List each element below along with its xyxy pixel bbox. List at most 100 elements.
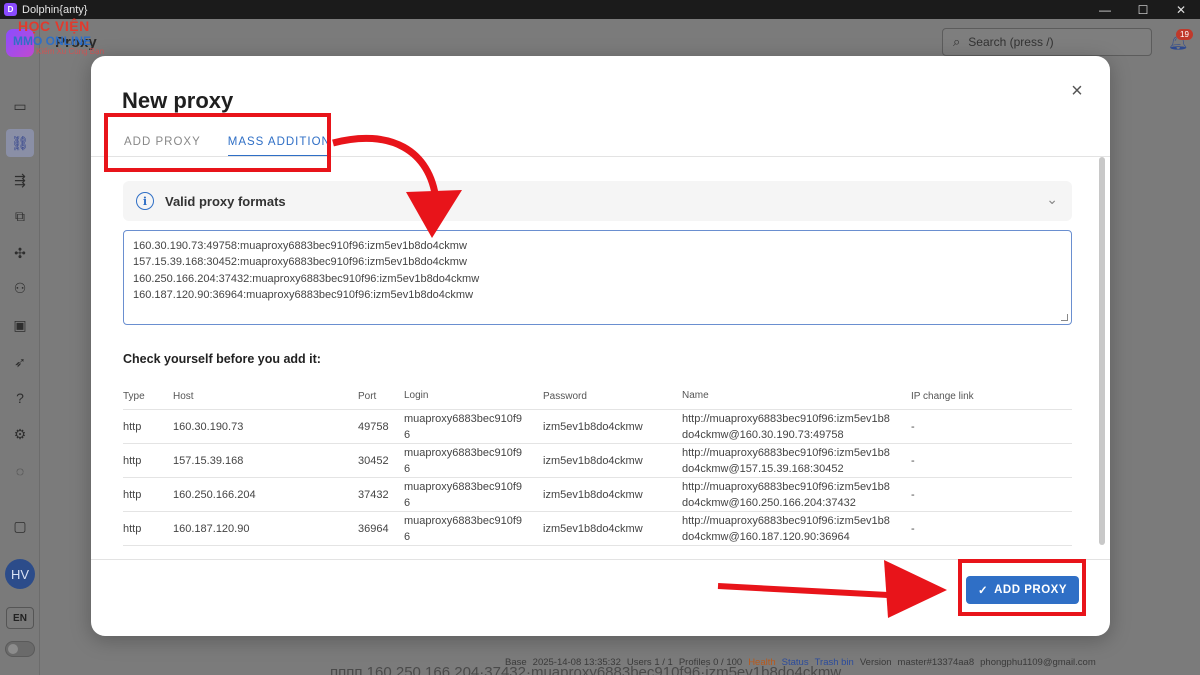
cell-login-line: muaproxy6883bec910f9 xyxy=(404,480,523,493)
cell-login-line: muaproxy6883bec910f9 xyxy=(404,514,523,527)
header-name: Name xyxy=(682,390,709,401)
cell-host: 160.250.166.204 xyxy=(173,488,256,501)
avatar[interactable]: HV xyxy=(5,559,35,589)
search-icon: ⌕ xyxy=(953,34,961,49)
cell-type: http xyxy=(123,488,142,501)
header-host: Host xyxy=(173,390,194,402)
cell-password: izm5ev1b8do4ckmw xyxy=(543,522,643,535)
cell-port: 36964 xyxy=(358,522,389,535)
proxy-link-icon[interactable]: ⛓ xyxy=(6,129,34,157)
browser-profiles-icon[interactable]: ▭ xyxy=(11,97,29,115)
cell-type: http xyxy=(123,420,142,433)
status-email: phongphu1109@gmail.com xyxy=(980,657,1096,668)
cell-name: http://muaproxy6883bec910f96:izm5ev1b8 do… xyxy=(682,411,911,443)
valid-formats-accordion[interactable]: i Valid proxy formats ⌄ xyxy=(123,181,1072,221)
settings-gear-icon[interactable]: ⚙ xyxy=(11,425,29,443)
proxy-preview-table: Type Host Port Login Password Name IP ch… xyxy=(123,383,1072,546)
cell-port: 49758 xyxy=(358,420,389,433)
cell-port: 30452 xyxy=(358,454,389,467)
cell-password: izm5ev1b8do4ckmw xyxy=(543,454,643,467)
window-titlebar: D Dolphin{anty} — ☐ ✕ xyxy=(0,0,1200,19)
api-icon[interactable]: ▣ xyxy=(11,316,29,334)
cell-port: 37432 xyxy=(358,488,389,501)
annotation-box-add-button xyxy=(958,559,1086,616)
copy-icon[interactable]: ⧉ xyxy=(11,207,29,225)
automation-icon[interactable]: ⇶ xyxy=(11,171,29,189)
textarea-line: 160.30.190.73:49758:muaproxy6883bec910f9… xyxy=(133,240,467,252)
textarea-line: 160.187.120.90:36964:muaproxy6883bec910f… xyxy=(133,288,474,301)
lightbulb-icon[interactable]: ◌ xyxy=(11,462,29,480)
extensions-puzzle-icon[interactable]: ✣ xyxy=(11,244,29,262)
search-input[interactable]: ⌕ Search (press /) xyxy=(942,28,1152,56)
table-row: http 160.250.166.204 37432 muaproxy6883b… xyxy=(123,478,1072,512)
cell-login: muaproxy6883bec910f9 6 xyxy=(404,445,543,477)
cell-login: muaproxy6883bec910f9 6 xyxy=(404,513,543,545)
language-switch[interactable]: EN xyxy=(6,607,34,629)
textarea-line: 157.15.39.168:30452:muaproxy6883bec910f9… xyxy=(133,256,467,269)
cell-ip-change-link: - xyxy=(911,488,915,501)
cell-login-line: 6 xyxy=(404,496,411,509)
minimize-button[interactable]: — xyxy=(1086,0,1124,19)
dolphin-logo-icon: D xyxy=(4,3,17,16)
header-password: Password xyxy=(543,390,587,402)
maximize-button[interactable]: ☐ xyxy=(1124,0,1162,19)
cell-host: 157.15.39.168 xyxy=(173,454,244,467)
theme-toggle[interactable] xyxy=(5,641,35,657)
header-ip-change-link: IP change link xyxy=(911,390,974,402)
cell-login-line: muaproxy6883bec910f9 xyxy=(404,446,523,459)
cell-name-line: do4ckmw@160.250.166.204:37432 xyxy=(682,496,856,509)
table-row: http 160.30.190.73 49758 muaproxy6883bec… xyxy=(123,410,1072,444)
cell-login-line: muaproxy6883bec910f9 xyxy=(404,412,523,425)
info-icon: i xyxy=(136,192,154,210)
textarea-line: 160.250.166.204:37432:muaproxy6883bec910… xyxy=(133,272,480,285)
modal-content: i Valid proxy formats ⌄ 160.30.190.73:49… xyxy=(91,157,1110,559)
wallet-icon[interactable]: ▢ xyxy=(11,517,29,535)
cell-password: izm5ev1b8do4ckmw xyxy=(543,488,643,501)
caption-overlay-text: пппп 160 250 166 204·37432·muaproxy6883b… xyxy=(330,664,842,675)
rocket-icon[interactable]: ➶ xyxy=(11,353,29,371)
cell-type: http xyxy=(123,454,142,467)
watermark-line3: Kiếm Xu Cùng Bạn xyxy=(36,47,105,56)
cell-ip-change-link: - xyxy=(911,522,915,535)
watermark-line2: MMO ONLINE xyxy=(13,34,91,48)
cell-name: http://muaproxy6883bec910f96:izm5ev1b8 do… xyxy=(682,445,911,477)
cell-type: http xyxy=(123,522,142,535)
search-placeholder: Search (press /) xyxy=(968,35,1054,49)
cell-host: 160.187.120.90 xyxy=(173,522,250,535)
cell-login-line: 6 xyxy=(404,530,411,543)
cell-name-line: http://muaproxy6883bec910f96:izm5ev1b8 xyxy=(682,446,890,459)
cell-name-line: http://muaproxy6883bec910f96:izm5ev1b8 xyxy=(682,412,890,425)
cell-password: izm5ev1b8do4ckmw xyxy=(543,420,643,433)
window-title: Dolphin{anty} xyxy=(22,3,88,16)
modal-title: New proxy xyxy=(122,88,234,113)
cell-name-line: do4ckmw@157.15.39.168:30452 xyxy=(682,462,844,475)
cell-name: http://muaproxy6883bec910f96:izm5ev1b8 do… xyxy=(682,479,911,511)
cell-login-line: 6 xyxy=(404,462,411,475)
sidebar: ▭ ⛓ ⇶ ⧉ ✣ ⚇ ▣ ➶ ? ⚙ ◌ ▢ HV EN xyxy=(0,19,40,675)
check-title: Check yourself before you add it: xyxy=(123,352,321,366)
cell-ip-change-link: - xyxy=(911,454,915,467)
close-window-button[interactable]: ✕ xyxy=(1162,0,1200,19)
cell-name-line: http://muaproxy6883bec910f96:izm5ev1b8 xyxy=(682,480,890,493)
header-login: Login xyxy=(404,390,429,401)
users-icon[interactable]: ⚇ xyxy=(11,279,29,297)
cell-login: muaproxy6883bec910f9 6 xyxy=(404,479,543,511)
cell-login-line: 6 xyxy=(404,428,411,441)
cell-name-line: http://muaproxy6883bec910f96:izm5ev1b8 xyxy=(682,514,890,527)
proxy-list-textarea[interactable]: 160.30.190.73:49758:muaproxy6883bec910f9… xyxy=(123,230,1072,325)
table-row: http 160.187.120.90 36964 muaproxy6883be… xyxy=(123,512,1072,546)
cell-name: http://muaproxy6883bec910f96:izm5ev1b8 do… xyxy=(682,513,911,545)
chevron-down-icon[interactable]: ⌄ xyxy=(1046,191,1058,208)
notification-badge: 19 xyxy=(1176,29,1193,40)
close-icon[interactable]: × xyxy=(1066,80,1088,102)
modal-scrollbar[interactable] xyxy=(1099,157,1105,545)
watermark-line1: HỌC VIỆN xyxy=(18,18,90,34)
annotation-box-tabs xyxy=(104,113,331,172)
cell-host: 160.30.190.73 xyxy=(173,420,244,433)
window-controls: — ☐ ✕ xyxy=(1086,0,1200,19)
header-type: Type xyxy=(123,390,145,402)
resize-handle[interactable] xyxy=(1061,314,1068,321)
table-row: http 157.15.39.168 30452 muaproxy6883bec… xyxy=(123,444,1072,478)
help-icon[interactable]: ? xyxy=(11,389,29,407)
header-port: Port xyxy=(358,390,377,402)
